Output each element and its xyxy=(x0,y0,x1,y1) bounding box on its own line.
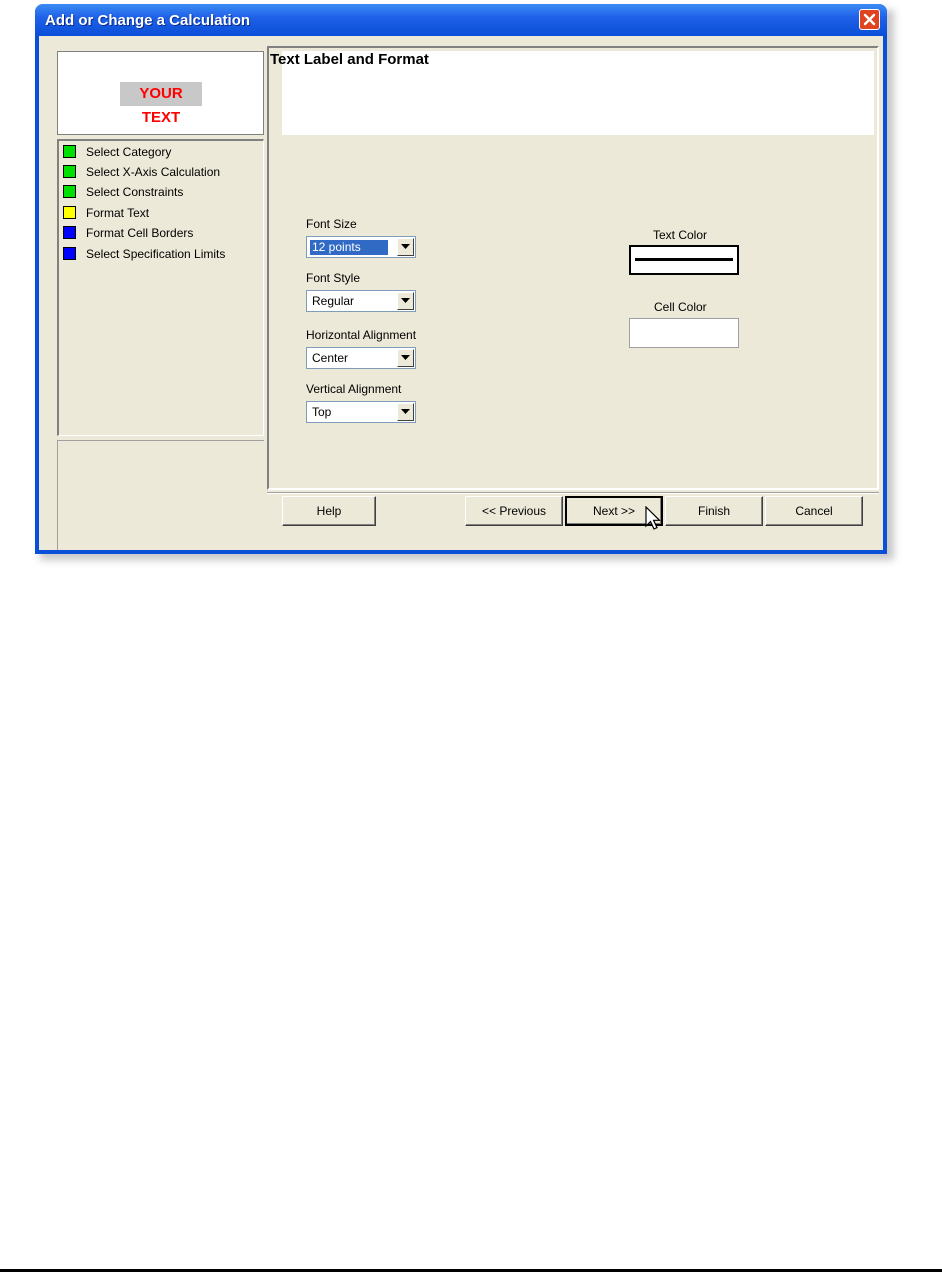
step-label: Format Cell Borders xyxy=(86,226,194,240)
step-label: Select Constraints xyxy=(86,185,184,199)
help-button[interactable]: Help xyxy=(282,496,376,526)
dropdown-button[interactable] xyxy=(397,292,414,310)
text-color-label: Text Color xyxy=(653,228,708,242)
step-select-constraints[interactable]: Select Constraints xyxy=(63,183,183,201)
font-size-label: Font Size xyxy=(306,217,357,231)
step-label: Select X-Axis Calculation xyxy=(86,165,221,179)
preview-sample-text: YOUR TEXT xyxy=(120,82,202,126)
section-title: Text Label and Format xyxy=(270,51,429,68)
dropdown-button[interactable] xyxy=(397,403,414,421)
step-format-cell-borders[interactable]: Format Cell Borders xyxy=(63,224,193,242)
step-status-icon xyxy=(63,165,76,179)
button-separator xyxy=(267,492,879,494)
cell-color-picker[interactable] xyxy=(629,318,739,348)
vertical-alignment-select[interactable]: Top xyxy=(306,401,416,423)
window-title: Add or Change a Calculation xyxy=(45,12,251,29)
step-select-category[interactable]: Select Category xyxy=(63,143,171,161)
step-label: Format Text xyxy=(86,206,150,220)
previous-button[interactable]: << Previous xyxy=(465,496,563,526)
vertical-alignment-value: Top xyxy=(312,405,332,419)
close-button[interactable] xyxy=(859,9,880,30)
font-style-label: Font Style xyxy=(306,271,361,285)
cancel-button[interactable]: Cancel xyxy=(765,496,863,526)
font-size-value: 12 points xyxy=(310,240,388,255)
vertical-alignment-label: Vertical Alignment xyxy=(306,382,402,396)
chevron-down-icon xyxy=(401,355,410,360)
font-size-select[interactable]: 12 points xyxy=(306,236,416,258)
chevron-down-icon xyxy=(401,298,410,303)
step-select-x-axis-calculation[interactable]: Select X-Axis Calculation xyxy=(63,163,220,181)
text-color-swatch xyxy=(635,258,733,261)
horizontal-alignment-select[interactable]: Center xyxy=(306,347,416,369)
chevron-down-icon xyxy=(401,409,410,414)
step-label: Select Category xyxy=(86,145,172,159)
step-label: Select Specification Limits xyxy=(86,247,226,261)
step-status-icon xyxy=(63,226,76,240)
step-format-text[interactable]: Format Text xyxy=(63,204,149,222)
step-status-icon xyxy=(63,247,76,261)
text-color-picker[interactable] xyxy=(629,245,739,275)
step-status-icon xyxy=(63,206,76,220)
cell-color-label: Cell Color xyxy=(654,300,707,314)
section-header: Text Label and Format xyxy=(270,51,874,135)
step-select-specification-limits[interactable]: Select Specification Limits xyxy=(63,245,225,263)
text-preview: YOUR TEXT xyxy=(57,51,264,135)
step-status-icon xyxy=(63,145,76,159)
step-status-icon xyxy=(63,185,76,199)
dropdown-button[interactable] xyxy=(397,349,414,367)
close-icon xyxy=(863,13,876,26)
chevron-down-icon xyxy=(401,244,410,249)
mouse-cursor-icon xyxy=(645,506,661,530)
info-panel xyxy=(57,440,264,550)
finish-button[interactable]: Finish xyxy=(665,496,763,526)
title-bar[interactable]: Add or Change a Calculation xyxy=(35,4,887,36)
page-bottom-rule xyxy=(0,1269,942,1272)
font-style-select[interactable]: Regular xyxy=(306,290,416,312)
horizontal-alignment-label: Horizontal Alignment xyxy=(306,328,417,342)
wizard-steps-list: Select Category Select X-Axis Calculatio… xyxy=(57,139,264,436)
dialog-body: YOUR TEXT Select Category Select X-Axis … xyxy=(39,36,883,550)
dialog-window: Add or Change a Calculation YOUR TEXT Se… xyxy=(35,4,887,554)
font-style-value: Regular xyxy=(312,294,355,308)
horizontal-alignment-value: Center xyxy=(312,351,349,365)
dropdown-button[interactable] xyxy=(397,238,414,256)
